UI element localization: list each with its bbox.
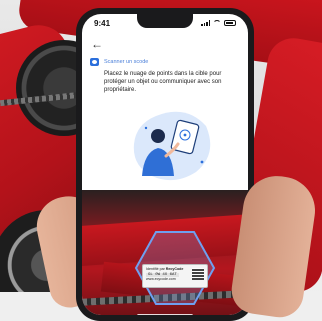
camera-viewfinder: Identifié par RecyCode GL 0W 4X 6AT www.…	[82, 190, 248, 315]
smartphone: 9:41 ← Scanner un scode Placez le nuage …	[76, 8, 254, 321]
recycode-sticker: Identifié par RecyCode GL 0W 4X 6AT www.…	[142, 264, 208, 288]
scan-illustration	[133, 111, 211, 181]
scan-section-title: Scanner un scode	[104, 59, 149, 65]
wifi-icon	[213, 20, 221, 26]
back-arrow-icon[interactable]: ←	[91, 38, 103, 50]
scan-icon	[90, 58, 99, 66]
status-icons	[201, 20, 236, 26]
scan-instructions: Placez le nuage de points dans la cible …	[104, 71, 222, 94]
cellular-signal-icon	[201, 20, 210, 26]
phone-screen: 9:41 ← Scanner un scode Placez le nuage …	[82, 14, 248, 315]
sticker-dot-code-icon	[192, 268, 204, 280]
status-bar: 9:41	[82, 14, 248, 32]
sticker-brand: RecyCode	[165, 267, 184, 271]
scan-section-header: Scanner un scode	[90, 58, 148, 66]
photo-scene: 9:41 ← Scanner un scode Placez le nuage …	[0, 0, 322, 321]
battery-icon	[224, 20, 236, 26]
status-time: 9:41	[94, 18, 111, 28]
home-indicator	[137, 314, 193, 315]
